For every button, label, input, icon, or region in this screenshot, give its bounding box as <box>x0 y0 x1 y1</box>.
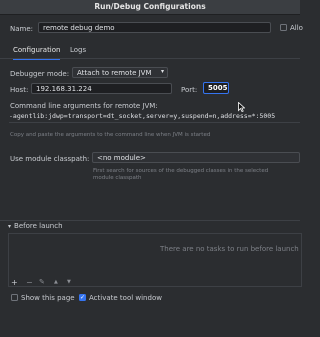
module-classpath-hint-1: First search for sources of the debugged… <box>93 168 269 174</box>
cmdline-args-text[interactable]: -agentlib:jdwp=transport=dt_socket,serve… <box>9 112 300 120</box>
window-titlebar: Run/Debug Configurations <box>0 0 300 15</box>
show-page-checkbox[interactable] <box>11 294 18 301</box>
remove-task-icon[interactable]: − <box>26 278 33 287</box>
allow-parallel-label: Allo <box>290 24 303 32</box>
section-divider <box>0 220 300 221</box>
module-classpath-value: <no module> <box>97 154 146 162</box>
chevron-down-icon: ▾ <box>160 68 164 75</box>
window-title: Run/Debug Configurations <box>94 2 206 11</box>
tab-logs[interactable]: Logs <box>70 46 86 58</box>
activate-tool-window-checkbox[interactable]: ✓ <box>79 294 86 301</box>
allow-parallel-checkbox[interactable] <box>280 24 287 31</box>
cmdline-underline <box>9 122 300 123</box>
host-label: Host: <box>10 86 29 94</box>
activate-tool-window-label: Activate tool window <box>89 294 162 302</box>
move-up-icon[interactable]: ▲ <box>54 279 58 285</box>
debugger-mode-value: Attach to remote JVM <box>77 69 152 77</box>
chevron-down-icon: ▾ <box>8 223 12 230</box>
module-classpath-label: Use module classpath: <box>10 155 90 163</box>
cmdline-label: Command line arguments for remote JVM: <box>10 102 158 110</box>
name-input[interactable]: remote debug demo <box>38 22 271 33</box>
before-launch-task-list[interactable] <box>8 233 302 287</box>
mouse-cursor-icon <box>238 102 245 112</box>
name-label: Name: <box>10 25 34 33</box>
add-task-icon[interactable]: + <box>11 278 18 287</box>
host-input[interactable]: 192.168.31.224 <box>31 83 172 94</box>
edit-task-icon[interactable]: ✎ <box>39 278 45 286</box>
port-label: Port: <box>181 86 198 94</box>
module-classpath-select[interactable]: <no module> <box>92 152 300 163</box>
debugger-mode-label: Debugger mode: <box>10 70 70 78</box>
module-classpath-hint-2: module classpath <box>93 175 142 181</box>
cmdline-hint: Copy and paste the arguments to the comm… <box>10 132 211 138</box>
debugger-mode-select[interactable]: Attach to remote JVM ▾ <box>72 67 168 78</box>
before-launch-empty-text: There are no tasks to run before launch <box>160 245 299 253</box>
move-down-icon[interactable]: ▼ <box>67 279 71 285</box>
show-page-label: Show this page <box>21 294 75 302</box>
before-launch-header[interactable]: ▾ Before launch <box>8 222 63 230</box>
port-input[interactable]: 5005 <box>203 82 229 94</box>
tabs-divider <box>0 58 300 59</box>
before-launch-label: Before launch <box>14 222 63 230</box>
